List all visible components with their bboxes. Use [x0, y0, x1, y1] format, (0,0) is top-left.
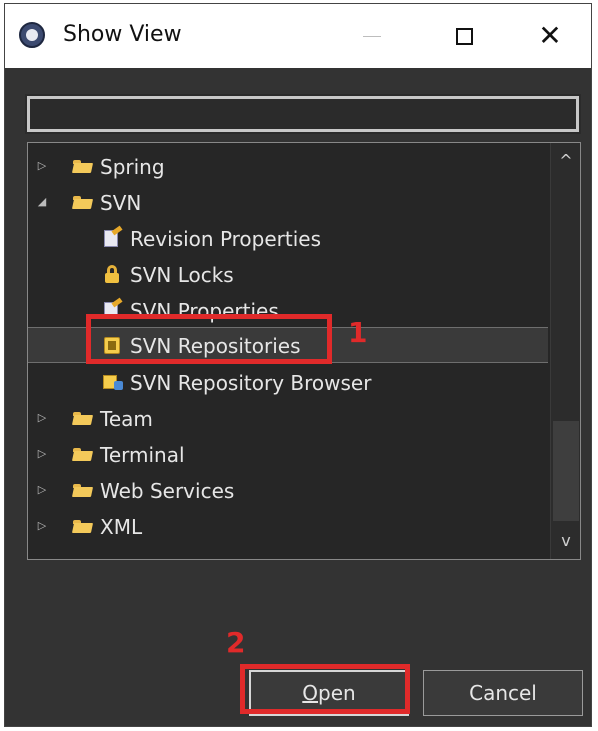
- expand-arrow-icon[interactable]: ▷: [34, 409, 50, 427]
- tree-item-label: Revision Properties: [130, 227, 322, 251]
- highlight-box-open-button: [240, 664, 410, 714]
- tree-item-label: XML: [100, 515, 143, 539]
- repository-browser-icon: [102, 373, 124, 391]
- collapse-arrow-icon[interactable]: ◢: [34, 193, 50, 211]
- tree-item-svn-repository-browser[interactable]: SVN Repository Browser: [28, 365, 548, 401]
- lock-icon: [102, 265, 124, 283]
- expand-arrow-icon[interactable]: ▷: [34, 157, 50, 175]
- cancel-button[interactable]: Cancel: [423, 670, 583, 716]
- title-bar: Show View ✕: [5, 4, 591, 68]
- expand-arrow-icon[interactable]: ▷: [34, 481, 50, 499]
- tree-item-label: Team: [100, 407, 153, 431]
- folder-icon: [72, 409, 94, 427]
- tree-item-label: SVN Locks: [130, 263, 234, 287]
- filter-field[interactable]: [25, 94, 581, 134]
- folder-icon: [72, 445, 94, 463]
- filter-input[interactable]: [30, 99, 576, 129]
- step-marker-2: 2: [226, 626, 246, 659]
- highlight-box-svn-repositories: [86, 314, 332, 364]
- folder-icon: [72, 517, 94, 535]
- tree-item-spring[interactable]: ▷ Spring: [28, 149, 548, 185]
- eclipse-app-icon: [19, 22, 45, 48]
- tree-item-xml[interactable]: ▷ XML: [28, 509, 548, 545]
- dialog-title: Show View: [63, 22, 182, 47]
- tree-item-label: Web Services: [100, 479, 235, 503]
- properties-icon: [102, 229, 124, 247]
- step-marker-1: 1: [348, 316, 368, 349]
- tree-item-team[interactable]: ▷ Team: [28, 401, 548, 437]
- folder-icon: [72, 481, 94, 499]
- tree-item-revision-properties[interactable]: Revision Properties: [28, 221, 548, 257]
- maximize-button[interactable]: [441, 14, 487, 58]
- scroll-down-icon[interactable]: v: [551, 523, 580, 559]
- expand-arrow-icon[interactable]: ▷: [34, 517, 50, 535]
- scrollbar-thumb[interactable]: [553, 421, 579, 521]
- tree-item-label: Terminal: [100, 443, 185, 467]
- close-button[interactable]: ✕: [527, 14, 573, 58]
- tree-item-web-services[interactable]: ▷ Web Services: [28, 473, 548, 509]
- folder-icon: [72, 157, 94, 175]
- tree-item-svn-locks[interactable]: SVN Locks: [28, 257, 548, 293]
- expand-arrow-icon[interactable]: ▷: [34, 445, 50, 463]
- tree-item-svn[interactable]: ◢ SVN: [28, 185, 548, 221]
- tree-item-label: Spring: [100, 155, 165, 179]
- tree-item-terminal[interactable]: ▷ Terminal: [28, 437, 548, 473]
- minimize-button[interactable]: [349, 14, 395, 58]
- tree-item-label: SVN Repository Browser: [130, 371, 372, 395]
- show-view-dialog: Show View ✕ ▷ Spring ◢ SVN Revision Prop…: [4, 3, 592, 727]
- tree-item-label: SVN: [100, 191, 142, 215]
- scroll-up-icon[interactable]: ^: [551, 143, 580, 179]
- vertical-scrollbar[interactable]: ^ v: [550, 143, 580, 559]
- folder-icon: [72, 193, 94, 211]
